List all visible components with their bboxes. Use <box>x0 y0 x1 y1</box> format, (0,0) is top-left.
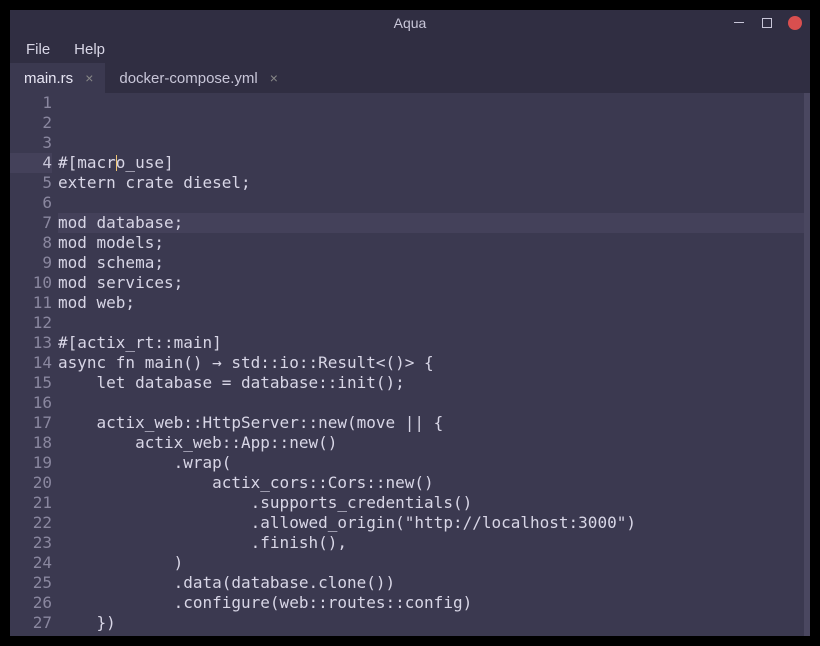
line-number: 5 <box>10 173 52 193</box>
tab-docker-compose[interactable]: docker-compose.yml × <box>105 63 290 93</box>
line-number: 21 <box>10 493 52 513</box>
line-number: 26 <box>10 593 52 613</box>
code-line[interactable]: .data(database.clone()) <box>58 573 810 593</box>
line-number: 8 <box>10 233 52 253</box>
text-caret <box>116 155 117 171</box>
code-line[interactable]: mod database; <box>58 213 810 233</box>
code-line[interactable]: .allowed_origin("http://localhost:3000") <box>58 513 810 533</box>
code-line[interactable]: #[actix_rt::main] <box>58 333 810 353</box>
line-number: 20 <box>10 473 52 493</box>
close-button[interactable] <box>788 16 802 30</box>
code-line[interactable]: async fn main() → std::io::Result<()> { <box>58 353 810 373</box>
line-number: 11 <box>10 293 52 313</box>
code-line[interactable]: .bind("0.0.0.0:8000")? <box>58 633 810 636</box>
line-number: 24 <box>10 553 52 573</box>
code-area[interactable]: #[macro_use]extern crate diesel; mod data… <box>58 93 810 636</box>
menubar: File Help <box>10 35 810 63</box>
tab-main-rs[interactable]: main.rs × <box>10 63 105 93</box>
code-line[interactable]: #[macro_use] <box>58 153 810 173</box>
line-number: 7 <box>10 213 52 233</box>
code-line[interactable] <box>58 393 810 413</box>
minimize-button[interactable] <box>732 16 746 30</box>
line-number: 3 <box>10 133 52 153</box>
titlebar: Aqua <box>10 10 810 35</box>
line-number: 6 <box>10 193 52 213</box>
tab-close-icon[interactable]: × <box>83 71 95 85</box>
code-line[interactable]: .supports_credentials() <box>58 493 810 513</box>
code-line[interactable]: let database = database::init(); <box>58 373 810 393</box>
window-title: Aqua <box>394 15 427 31</box>
line-number: 10 <box>10 273 52 293</box>
line-number: 18 <box>10 433 52 453</box>
code-line[interactable]: .configure(web::routes::config) <box>58 593 810 613</box>
menu-help[interactable]: Help <box>64 38 115 61</box>
code-line[interactable]: .wrap( <box>58 453 810 473</box>
line-number: 17 <box>10 413 52 433</box>
code-line[interactable]: mod services; <box>58 273 810 293</box>
code-line[interactable]: extern crate diesel; <box>58 173 810 193</box>
line-number: 15 <box>10 373 52 393</box>
line-number: 27 <box>10 613 52 633</box>
line-number: 14 <box>10 353 52 373</box>
tab-label: main.rs <box>24 70 73 87</box>
code-line[interactable]: actix_cors::Cors::new() <box>58 473 810 493</box>
tab-label: docker-compose.yml <box>119 70 257 87</box>
code-line[interactable]: ) <box>58 553 810 573</box>
scrollbar-thumb[interactable] <box>804 93 810 636</box>
line-number: 4 <box>10 153 52 173</box>
code-line[interactable]: }) <box>58 613 810 633</box>
line-number: 9 <box>10 253 52 273</box>
window-controls <box>732 10 802 35</box>
code-line[interactable]: mod schema; <box>58 253 810 273</box>
line-number: 2 <box>10 113 52 133</box>
line-number-gutter: 1234567891011121314151617181920212223242… <box>10 93 58 636</box>
code-line[interactable] <box>58 313 810 333</box>
line-number: 22 <box>10 513 52 533</box>
tab-close-icon[interactable]: × <box>268 71 280 85</box>
line-number: 1 <box>10 93 52 113</box>
code-line[interactable] <box>58 193 810 213</box>
line-number: 25 <box>10 573 52 593</box>
line-number: 19 <box>10 453 52 473</box>
code-line[interactable]: mod models; <box>58 233 810 253</box>
line-number: 13 <box>10 333 52 353</box>
code-editor[interactable]: 1234567891011121314151617181920212223242… <box>10 93 810 636</box>
line-number: 23 <box>10 533 52 553</box>
code-line[interactable]: mod web; <box>58 293 810 313</box>
vertical-scrollbar[interactable] <box>804 93 810 636</box>
line-number: 12 <box>10 313 52 333</box>
tabbar: main.rs × docker-compose.yml × <box>10 63 810 93</box>
maximize-button[interactable] <box>762 18 772 28</box>
code-line[interactable]: .finish(), <box>58 533 810 553</box>
menu-file[interactable]: File <box>16 38 60 61</box>
line-number: 16 <box>10 393 52 413</box>
code-line[interactable]: actix_web::App::new() <box>58 433 810 453</box>
app-window: Aqua File Help main.rs × docker-compose.… <box>10 10 810 636</box>
code-line[interactable]: actix_web::HttpServer::new(move || { <box>58 413 810 433</box>
